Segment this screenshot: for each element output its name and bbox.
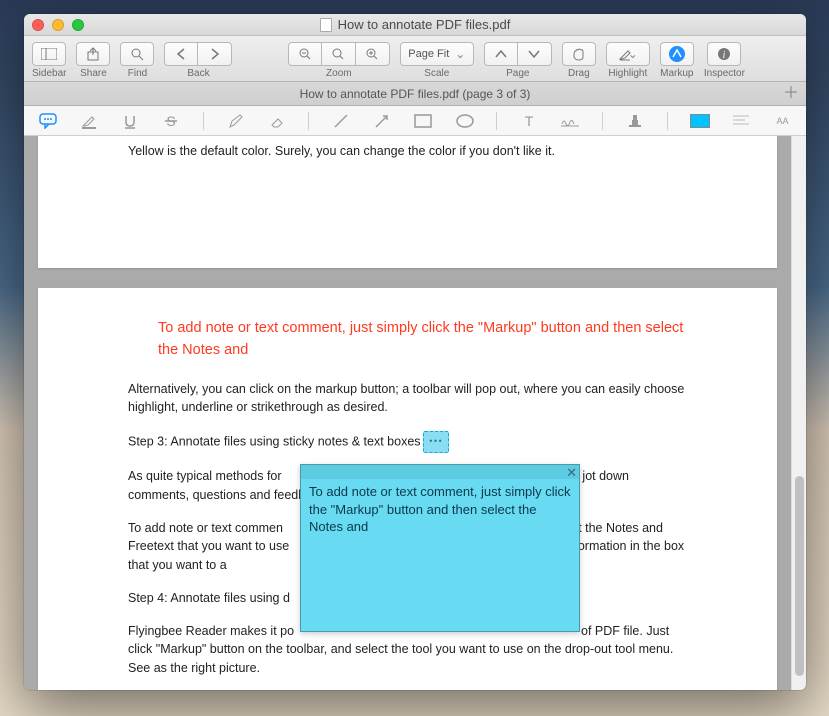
color-picker[interactable] [690,111,710,131]
text-tool[interactable]: T [519,111,538,131]
find-button[interactable] [120,42,154,66]
markup-label: Markup [660,68,693,79]
zoom-label: Zoom [326,68,352,79]
find-label: Find [128,68,147,79]
highlight-label: Highlight [608,68,647,79]
highlight-button[interactable]: ⌄ [606,42,650,66]
zoom-actual-button[interactable] [322,42,356,66]
markup-button[interactable] [660,42,694,66]
main-toolbar: Sidebar Share Find Back Zoom [24,36,806,82]
highlight-tool[interactable] [79,111,98,131]
separator [496,112,497,130]
text-style-tool[interactable]: AA [773,111,792,131]
window-title: How to annotate PDF files.pdf [24,17,806,32]
body-text: Step 3: Annotate files using sticky note… [128,431,687,453]
note-tool[interactable] [38,111,57,131]
back-label: Back [187,68,209,79]
scrollbar-thumb[interactable] [795,476,804,676]
inspector-label: Inspector [704,68,745,79]
annotation-text[interactable]: To add note or text comment, just simply… [158,318,687,362]
pencil-tool[interactable] [226,111,245,131]
svg-text:T: T [525,114,534,128]
ellipse-tool[interactable] [455,111,474,131]
forward-button[interactable] [198,42,232,66]
separator [667,112,668,130]
separator [203,112,204,130]
zoom-in-button[interactable] [356,42,390,66]
separator [602,112,603,130]
document-icon [320,18,332,32]
sticky-note-anchor[interactable] [423,431,449,453]
strikethrough-tool[interactable]: S [162,111,181,131]
eraser-tool[interactable] [267,111,286,131]
inspector-button[interactable]: i [707,42,741,66]
sticky-note-header[interactable] [301,465,579,479]
line-tool[interactable] [331,111,350,131]
markup-toolbar: S T AA [24,106,806,136]
drag-button[interactable] [562,42,596,66]
scale-select[interactable]: Page Fit ⌄ [400,42,474,66]
body-text: Step 3: Annotate files using sticky note… [128,434,421,448]
body-text: Alternatively, you can click on the mark… [128,380,687,418]
separator [308,112,309,130]
titlebar: How to annotate PDF files.pdf [24,14,806,36]
vertical-scrollbar[interactable] [791,136,806,690]
drag-label: Drag [568,68,590,79]
sidebar-label: Sidebar [32,68,66,79]
scale-label: Scale [424,68,449,79]
sidebar-button[interactable] [32,42,66,66]
next-page-button[interactable] [518,42,552,66]
content-area: Yellow is the default color. Surely, you… [24,136,806,690]
back-button[interactable] [164,42,198,66]
signature-tool[interactable] [560,111,580,131]
prev-page-button[interactable] [484,42,518,66]
zoom-out-button[interactable] [288,42,322,66]
sticky-note-text[interactable]: To add note or text comment, just simply… [309,483,571,536]
body-text: Yellow is the default color. Surely, you… [128,142,687,161]
stamp-tool[interactable] [625,111,644,131]
share-button[interactable] [76,42,110,66]
color-swatch [690,114,710,128]
new-tab-button[interactable]: ＋ [782,85,800,103]
arrow-tool[interactable] [373,111,392,131]
chevron-down-icon: ⌄ [628,47,638,61]
tab-label[interactable]: How to annotate PDF files.pdf (page 3 of… [300,87,531,101]
scale-value: Page Fit [408,48,449,60]
app-window: How to annotate PDF files.pdf Sidebar Sh… [24,14,806,690]
share-label: Share [80,68,107,79]
tab-bar: How to annotate PDF files.pdf (page 3 of… [24,82,806,106]
close-icon[interactable]: ✕ [566,464,577,482]
page-label: Page [506,68,529,79]
align-tool[interactable] [732,111,751,131]
chevron-updown-icon: ⌄ [455,47,465,61]
markup-icon [669,46,685,62]
sticky-note-popup[interactable]: ✕ To add note or text comment, just simp… [300,464,580,632]
pdf-page: Yellow is the default color. Surely, you… [38,136,777,268]
underline-tool[interactable] [120,111,139,131]
rectangle-tool[interactable] [414,111,433,131]
svg-text:i: i [723,50,726,61]
font-sample: AA [777,116,789,126]
window-title-text: How to annotate PDF files.pdf [338,17,511,32]
